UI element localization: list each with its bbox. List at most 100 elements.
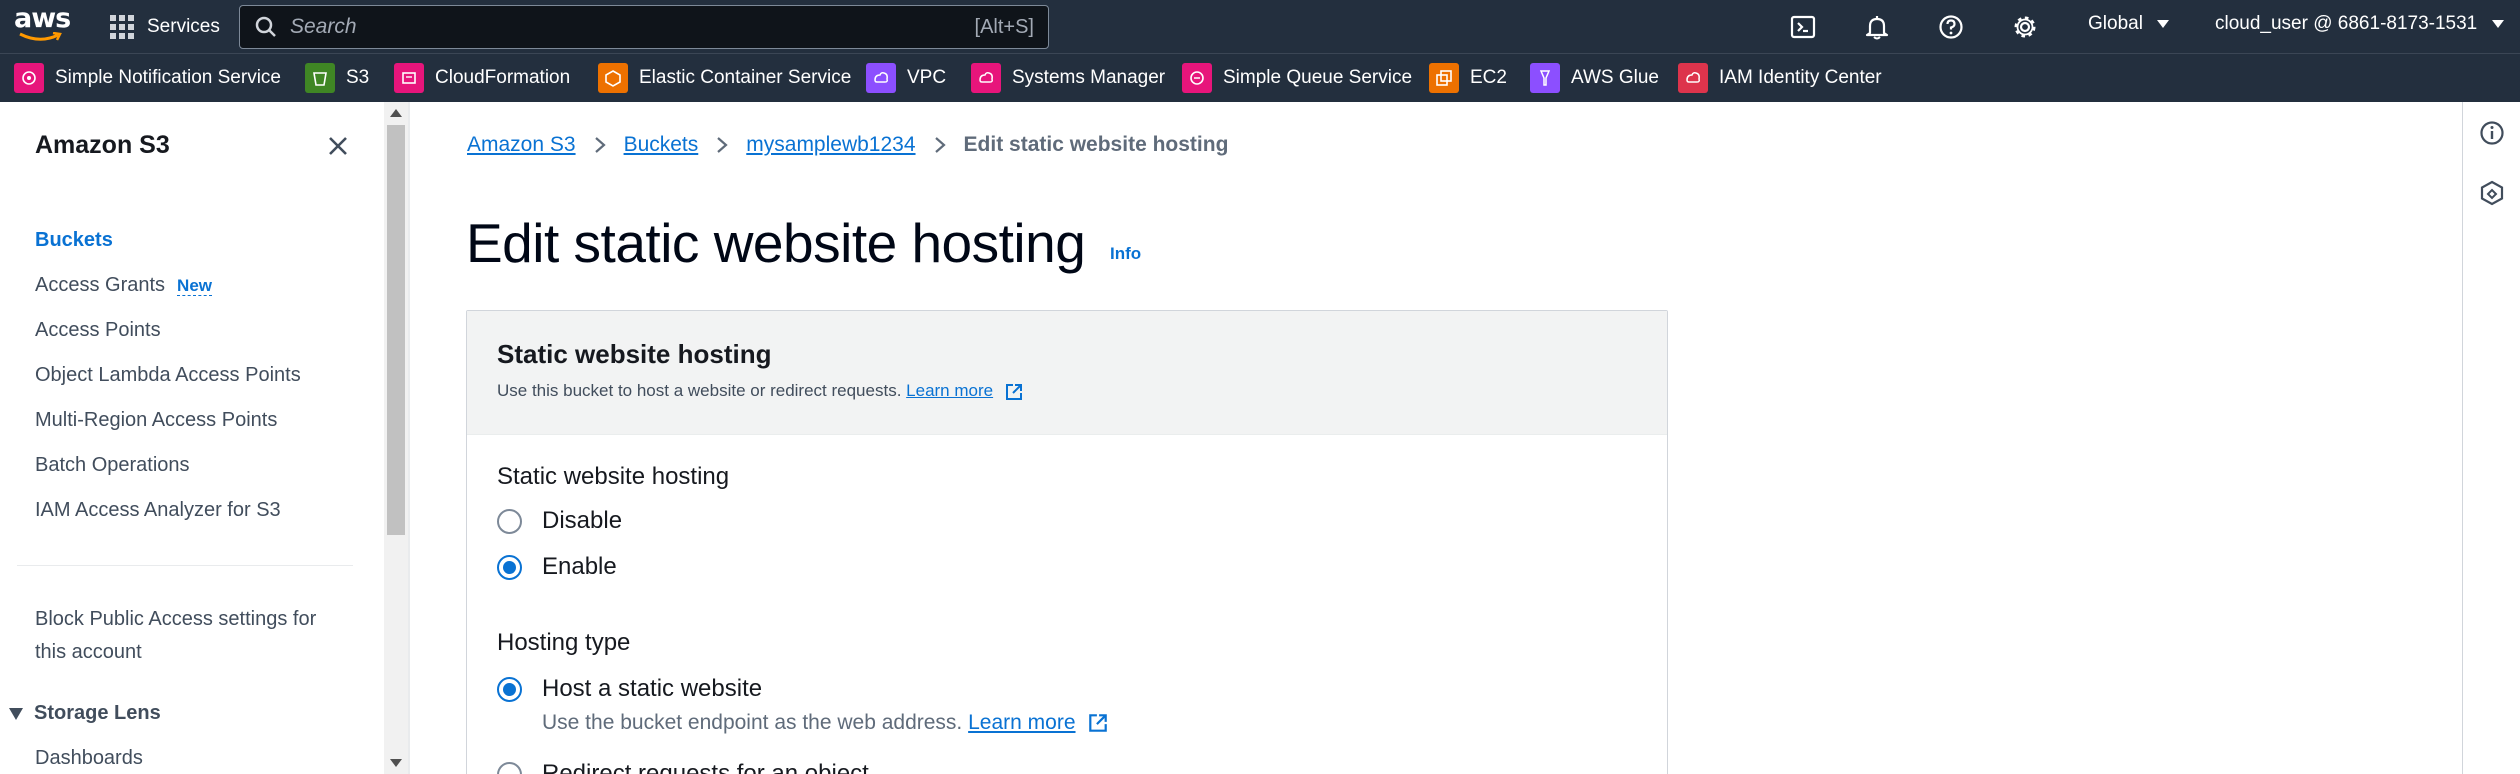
account-menu[interactable]: cloud_user @ 6861-8173-1531 bbox=[2215, 13, 2505, 35]
radio-host-static-website[interactable]: Host a static website bbox=[497, 675, 762, 703]
learn-more-link[interactable]: Learn more bbox=[906, 381, 993, 400]
learn-more-link[interactable]: Learn more bbox=[968, 711, 1075, 734]
sidebar-item-access-grants[interactable]: Access Grants New bbox=[35, 274, 213, 297]
panel-description: Use this bucket to host a website or red… bbox=[497, 381, 1024, 402]
panel-title: Static website hosting bbox=[497, 339, 772, 369]
section-storage-lens[interactable]: Storage Lens bbox=[8, 702, 161, 725]
favorite-aws-glue[interactable]: AWS Glue bbox=[1530, 62, 1659, 94]
search-input[interactable]: Search [Alt+S] bbox=[239, 5, 1049, 49]
favorite-ec2[interactable]: EC2 bbox=[1429, 62, 1507, 94]
close-icon[interactable] bbox=[326, 134, 350, 158]
s3-icon bbox=[305, 63, 335, 93]
breadcrumb-link[interactable]: Buckets bbox=[624, 133, 699, 157]
ec2-icon bbox=[1429, 63, 1459, 93]
radio-button-selected[interactable] bbox=[497, 554, 522, 580]
sidebar-item-batch-operations[interactable]: Batch Operations bbox=[35, 454, 190, 477]
favorite-vpc[interactable]: VPC bbox=[866, 62, 946, 94]
favorite-label: Simple Queue Service bbox=[1223, 67, 1413, 88]
aws-logo-text: aws bbox=[14, 3, 71, 34]
breadcrumb-link[interactable]: mysamplewb1234 bbox=[746, 133, 915, 157]
sidebar-separator bbox=[408, 102, 410, 774]
chevron-right-icon bbox=[594, 137, 606, 153]
sidebar-item-label-line1: Block Public Access settings for bbox=[35, 608, 317, 630]
sidebar: Amazon S3 Buckets Access Grants New Acces… bbox=[0, 102, 384, 774]
favorite-label: EC2 bbox=[1470, 67, 1507, 88]
favorite-sqs[interactable]: Simple Queue Service bbox=[1182, 62, 1412, 94]
sidebar-item-label-line2: this account bbox=[35, 641, 142, 663]
sns-icon bbox=[14, 63, 44, 93]
chevron-right-icon bbox=[717, 137, 728, 153]
breadcrumb: Amazon S3 Buckets mysamplewb1234 Edit st… bbox=[467, 133, 1228, 157]
favorite-label: Systems Manager bbox=[1012, 67, 1166, 88]
radio-button[interactable] bbox=[497, 761, 522, 774]
external-link-icon[interactable] bbox=[1087, 712, 1109, 734]
notifications-icon[interactable] bbox=[1864, 14, 1890, 40]
cloudshell-icon[interactable] bbox=[1790, 14, 1816, 40]
sidebar-item-dashboards[interactable]: Dashboards bbox=[35, 747, 143, 770]
section-label: Storage Lens bbox=[34, 702, 161, 724]
favorite-ecs[interactable]: Elastic Container Service bbox=[598, 62, 851, 94]
favorite-label: CloudFormation bbox=[435, 67, 571, 88]
scroll-down-icon[interactable] bbox=[389, 758, 403, 768]
right-tools-rail bbox=[2462, 102, 2520, 774]
learn-more-label: Learn more bbox=[906, 381, 994, 400]
radio-enable[interactable]: Enable bbox=[497, 553, 617, 581]
radio-button[interactable] bbox=[497, 508, 522, 534]
favorite-label: Simple Notification Service bbox=[55, 67, 281, 88]
hosting-field-label: Static website hosting bbox=[497, 463, 730, 490]
favorite-iam-identity-center[interactable]: IAM Identity Center bbox=[1678, 62, 1882, 94]
region-label: Global bbox=[2088, 13, 2143, 34]
favorite-label: Elastic Container Service bbox=[639, 67, 852, 88]
radio-disable[interactable]: Disable bbox=[497, 507, 622, 535]
account-label: cloud_user @ 6861-8173-1531 bbox=[2215, 13, 2478, 34]
sidebar-item-block-public-access[interactable]: Block Public Access settings for this ac… bbox=[35, 603, 316, 669]
breadcrumb-link[interactable]: Amazon S3 bbox=[467, 133, 576, 157]
info-icon[interactable] bbox=[2479, 120, 2505, 146]
info-link[interactable]: Info bbox=[1110, 244, 1141, 264]
services-label: Services bbox=[147, 16, 220, 37]
sidebar-item-buckets[interactable]: Buckets bbox=[35, 229, 113, 252]
search-placeholder: Search bbox=[290, 15, 357, 38]
aws-logo[interactable]: aws bbox=[14, 3, 71, 44]
settings-icon[interactable] bbox=[2012, 14, 2038, 40]
vpc-icon bbox=[866, 63, 896, 93]
sidebar-item-object-lambda-access-points[interactable]: Object Lambda Access Points bbox=[35, 364, 301, 387]
sidebar-scrollbar[interactable] bbox=[384, 102, 408, 774]
hosting-type-label: Hosting type bbox=[497, 629, 631, 656]
sidebar-item-iam-access-analyzer[interactable]: IAM Access Analyzer for S3 bbox=[35, 499, 281, 522]
favorite-systems-manager[interactable]: Systems Manager bbox=[971, 62, 1165, 94]
external-link-icon[interactable] bbox=[1004, 382, 1024, 402]
static-website-hosting-panel: Static website hosting Use this bucket t… bbox=[466, 310, 1668, 774]
search-shortcut: [Alt+S] bbox=[974, 15, 1034, 38]
cloudformation-icon bbox=[394, 63, 424, 93]
top-navigation: aws Services Search [Alt+S] Global cloud… bbox=[0, 0, 2520, 53]
favorite-label: S3 bbox=[346, 67, 370, 88]
sidebar-item-access-points[interactable]: Access Points bbox=[35, 319, 161, 342]
radio-description: Use the bucket endpoint as the web addre… bbox=[542, 711, 1109, 735]
scrollbar-thumb[interactable] bbox=[387, 125, 405, 535]
breadcrumb-current: Edit static website hosting bbox=[963, 133, 1229, 156]
services-menu-button[interactable]: Services bbox=[110, 13, 220, 41]
resources-icon[interactable] bbox=[2479, 180, 2505, 206]
radio-label: Disable bbox=[542, 507, 623, 534]
sidebar-item-multi-region-access-points[interactable]: Multi-Region Access Points bbox=[35, 409, 277, 432]
radio-redirect-requests[interactable]: Redirect requests for an object bbox=[497, 760, 869, 774]
scroll-up-icon[interactable] bbox=[389, 108, 403, 118]
radio-label: Enable bbox=[542, 553, 617, 580]
sidebar-title: Amazon S3 bbox=[35, 131, 170, 159]
caret-down-icon bbox=[9, 707, 23, 720]
help-icon[interactable] bbox=[1938, 14, 1964, 40]
sidebar-divider bbox=[17, 565, 353, 566]
favorite-label: IAM Identity Center bbox=[1719, 67, 1882, 88]
favorite-label: AWS Glue bbox=[1571, 67, 1659, 88]
search-icon bbox=[255, 16, 276, 37]
region-selector[interactable]: Global bbox=[2088, 13, 2170, 35]
radio-button-selected[interactable] bbox=[497, 676, 522, 702]
radio-description-text: Use the bucket endpoint as the web addre… bbox=[542, 711, 963, 734]
favorite-sns[interactable]: Simple Notification Service bbox=[14, 62, 281, 94]
ecs-icon bbox=[598, 63, 628, 93]
favorite-s3[interactable]: S3 bbox=[305, 62, 369, 94]
new-badge: New bbox=[177, 276, 213, 296]
sidebar-item-label: Access Grants bbox=[35, 274, 166, 296]
favorite-cloudformation[interactable]: CloudFormation bbox=[394, 62, 570, 94]
